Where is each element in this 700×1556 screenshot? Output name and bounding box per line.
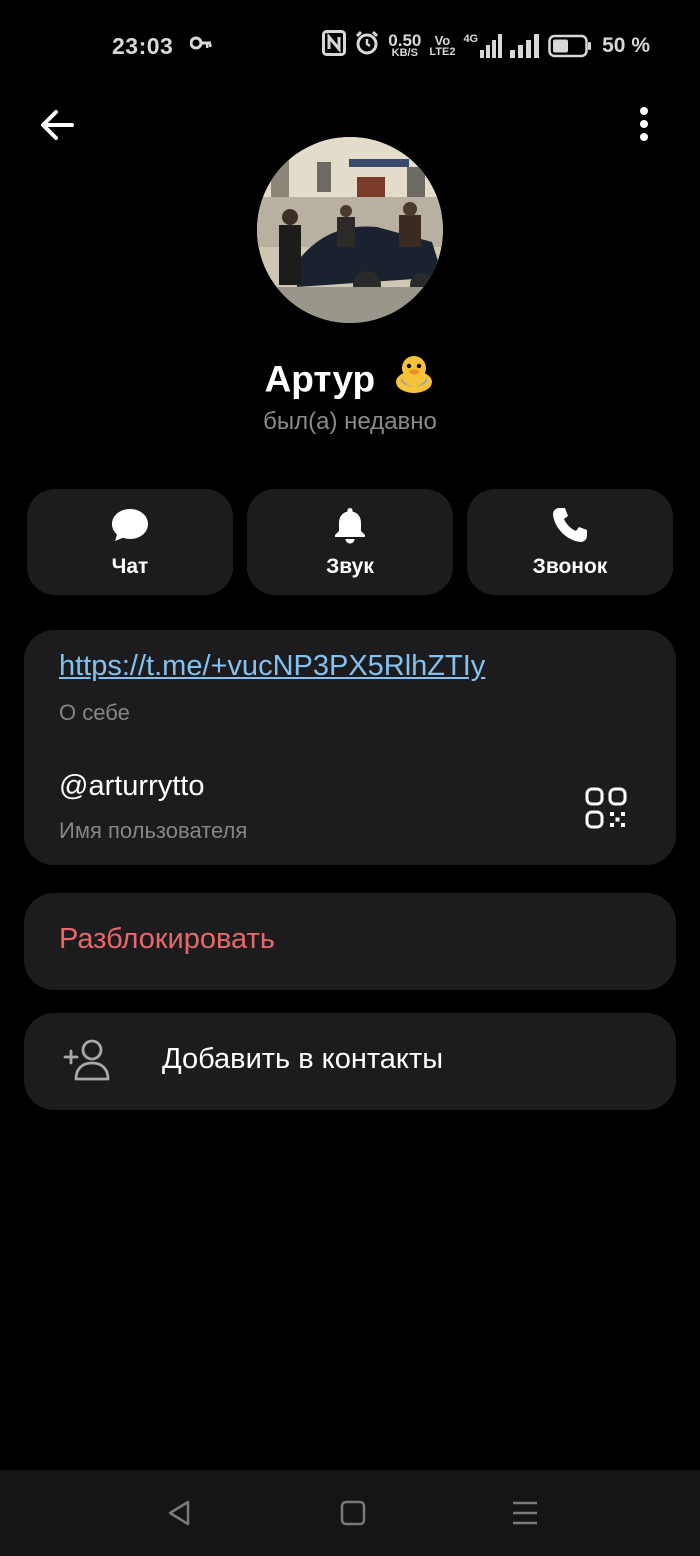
volte-indicator: Vo LTE2 <box>429 33 456 58</box>
battery-percent: 50 % <box>602 33 650 57</box>
key-icon <box>189 36 212 55</box>
sound-label: Звук <box>326 555 374 578</box>
nav-recents-button[interactable] <box>510 1498 540 1528</box>
nav-back-button[interactable] <box>164 1498 194 1528</box>
status-time: 23:03 <box>112 33 174 59</box>
phone-icon <box>553 508 587 542</box>
nfc-icon <box>322 30 347 61</box>
system-nav-bar <box>0 1470 700 1556</box>
sound-button[interactable]: Звук <box>247 489 453 595</box>
duck-emoji-icon <box>393 352 435 403</box>
back-triangle-icon <box>168 1500 190 1526</box>
profile-avatar[interactable] <box>257 137 443 323</box>
speed-indicator: 0.50 KB/S <box>388 31 422 59</box>
chat-label: Чат <box>111 555 149 578</box>
qr-code-button[interactable] <box>584 786 628 830</box>
about-caption: О себе <box>59 700 130 725</box>
username-value[interactable]: @arturrytto <box>59 770 204 803</box>
last-seen-status: был(а) недавно <box>263 408 437 435</box>
battery-icon <box>548 34 592 57</box>
arrow-left-icon <box>41 110 74 140</box>
unblock-label: Разблокировать <box>59 923 275 955</box>
more-vertical-icon <box>640 107 648 141</box>
info-card: https://t.me/+vucNP3PX5RlhZTIy О себе @a… <box>24 630 676 865</box>
signal-icon <box>510 33 540 58</box>
chat-button[interactable]: Чат <box>27 489 233 595</box>
add-user-icon <box>62 1035 114 1090</box>
add-contact-button[interactable]: Добавить в контакты <box>24 1013 676 1110</box>
signal-icon <box>480 33 503 58</box>
call-label: Звонок <box>532 555 608 578</box>
bell-icon <box>335 508 365 544</box>
profile-name: Артур <box>0 356 700 407</box>
action-buttons: Чат Звук Звонок <box>27 489 673 595</box>
qr-code-icon <box>585 787 627 829</box>
username-caption: Имя пользователя <box>59 818 248 843</box>
call-button[interactable]: Звонок <box>467 489 673 595</box>
recents-lines-icon <box>513 1501 537 1525</box>
home-square-icon <box>340 1500 366 1526</box>
unblock-button[interactable]: Разблокировать <box>24 893 676 990</box>
chat-bubble-icon <box>112 509 148 541</box>
alarm-icon <box>354 30 380 61</box>
nav-home-button[interactable] <box>338 1498 368 1528</box>
profile-name-text: Артур <box>264 358 376 400</box>
network-indicator: 4G <box>463 33 503 58</box>
invite-link[interactable]: https://t.me/+vucNP3PX5RlhZTIy <box>59 650 485 683</box>
status-bar: 23:03 0.50 KB/S Vo LTE2 4G 50 % <box>0 0 700 92</box>
add-contact-label: Добавить в контакты <box>162 1043 444 1075</box>
more-menu-button[interactable] <box>628 104 660 146</box>
back-button[interactable] <box>36 104 78 146</box>
status-icons: 0.50 KB/S Vo LTE2 4G 50 % <box>322 30 650 61</box>
